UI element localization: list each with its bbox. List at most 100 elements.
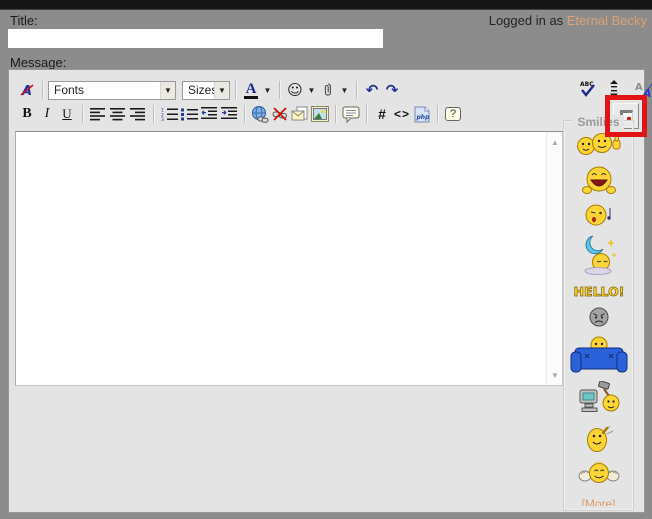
undo-icon: ↶ xyxy=(366,81,379,99)
svg-text:HELLO!: HELLO! xyxy=(573,284,624,299)
toolbar-separator xyxy=(235,81,236,99)
bold-button[interactable]: B xyxy=(17,104,37,124)
redo-button[interactable]: ↷ xyxy=(382,80,402,100)
spellcheck-button[interactable]: ABC xyxy=(577,79,597,99)
username-link[interactable]: Eternal Becky xyxy=(567,13,647,28)
quote-icon xyxy=(342,106,360,123)
align-left-button[interactable] xyxy=(88,104,108,124)
undo-button[interactable]: ↶ xyxy=(362,80,382,100)
align-left-icon xyxy=(90,108,106,121)
switch-mode-button[interactable]: AA xyxy=(631,79,652,99)
attachment-button[interactable] xyxy=(318,80,338,100)
smiley-icon: ☺ xyxy=(287,81,303,99)
image-icon xyxy=(311,106,329,122)
help-icon: ? xyxy=(445,107,461,121)
unordered-list-icon xyxy=(181,107,198,121)
toolbar-separator xyxy=(82,105,83,123)
window-top-bar xyxy=(0,0,652,10)
font-color-button[interactable]: A xyxy=(241,80,261,100)
title-input[interactable] xyxy=(8,29,383,48)
italic-button[interactable]: I xyxy=(37,104,57,124)
scroll-down-icon[interactable]: ▼ xyxy=(547,367,563,383)
quote-button[interactable] xyxy=(341,104,361,124)
toolbar-right-tools: ABC AA xyxy=(577,79,652,99)
remove-format-button[interactable]: A xyxy=(17,80,37,100)
underline-button[interactable]: U xyxy=(57,104,77,124)
resize-editor-button[interactable] xyxy=(604,79,624,99)
message-textarea[interactable]: ▲ ▼ xyxy=(15,131,563,386)
toolbar-separator xyxy=(244,105,245,123)
message-content[interactable] xyxy=(16,132,546,385)
smiley-whistling-smiley[interactable] xyxy=(584,203,614,227)
outdent-button[interactable] xyxy=(199,104,219,124)
outdent-icon xyxy=(201,107,218,121)
align-center-button[interactable] xyxy=(108,104,128,124)
unlink-icon xyxy=(271,106,289,122)
chevron-down-icon: ▼ xyxy=(308,86,316,95)
logged-in-status: Logged in as Eternal Becky xyxy=(489,13,647,28)
smiley-laughing-smiley[interactable] xyxy=(581,165,617,195)
chevron-down-icon: ▼ xyxy=(264,86,272,95)
smilies-list: HELLO! [More] xyxy=(564,131,633,506)
unordered-list-button[interactable] xyxy=(179,104,199,124)
insert-link-button[interactable] xyxy=(250,104,270,124)
toolbar-separator xyxy=(335,105,336,123)
smiley-sleeping-smiley[interactable] xyxy=(578,235,620,275)
chevron-down-icon: ▼ xyxy=(160,82,175,99)
indent-button[interactable] xyxy=(219,104,239,124)
php-button[interactable]: php xyxy=(412,104,432,124)
font-color-icon: A xyxy=(244,82,259,99)
message-editor-panel: A Fonts ▼ Sizes ▼ A ▼ ☺ ▼ ▼ ↶ ↷ xyxy=(8,69,645,513)
title-label: Title: xyxy=(10,13,38,28)
message-label: Message: xyxy=(10,55,66,70)
font-color-dropdown[interactable]: ▼ xyxy=(261,80,274,100)
scroll-up-icon[interactable]: ▲ xyxy=(547,134,563,150)
font-family-select[interactable]: Fonts ▼ xyxy=(48,81,176,100)
align-center-icon xyxy=(110,108,126,121)
globe-link-icon xyxy=(251,106,269,123)
indent-icon xyxy=(221,107,238,121)
toolbar-separator xyxy=(356,81,357,99)
toolbar-separator xyxy=(366,105,367,123)
unlink-button[interactable] xyxy=(270,104,290,124)
textarea-scrollbar[interactable]: ▲ ▼ xyxy=(546,132,562,385)
toolbar-row-2: B I U 123 xyxy=(17,103,463,125)
font-family-value: Fonts xyxy=(49,83,160,97)
spellcheck-icon: ABC xyxy=(578,80,596,99)
smilies-more-link[interactable]: [More] xyxy=(581,497,615,506)
resize-arrows-icon xyxy=(609,80,619,98)
insert-smiley-dropdown[interactable]: ▼ xyxy=(305,80,318,100)
smiley-hello-smiley[interactable]: HELLO! xyxy=(571,283,627,299)
smiley-couch-hiding-smiley[interactable] xyxy=(570,335,628,373)
smiley-hugging-smiley[interactable] xyxy=(578,461,620,487)
align-right-icon xyxy=(130,108,146,121)
ordered-list-icon: 123 xyxy=(161,107,178,121)
html-button[interactable]: <> xyxy=(392,104,412,124)
redo-icon: ↷ xyxy=(386,81,399,99)
insert-image-button[interactable] xyxy=(310,104,330,124)
help-button[interactable]: ? xyxy=(443,104,463,124)
smilies-panel: Smilies HELLO![More] xyxy=(563,120,634,511)
attachment-dropdown[interactable]: ▼ xyxy=(338,80,351,100)
align-right-button[interactable] xyxy=(128,104,148,124)
smilies-legend: Smilies xyxy=(564,113,633,131)
toolbar-row-1: A Fonts ▼ Sizes ▼ A ▼ ☺ ▼ ▼ ↶ ↷ xyxy=(17,79,402,101)
toolbar-separator xyxy=(42,81,43,99)
font-size-value: Sizes xyxy=(183,83,214,97)
insert-smiley-button[interactable]: ☺ xyxy=(285,80,305,100)
insert-email-button[interactable] xyxy=(290,104,310,124)
font-size-select[interactable]: Sizes ▼ xyxy=(182,81,230,100)
logged-in-prefix: Logged in as xyxy=(489,13,567,28)
smiley-waving-smiley[interactable] xyxy=(585,423,613,453)
paperclip-icon xyxy=(323,82,333,98)
smiley-high-five-smiley[interactable] xyxy=(575,131,623,157)
svg-text:php: php xyxy=(416,114,431,121)
smiley-grumpy-smiley[interactable] xyxy=(588,307,610,327)
remove-format-icon: A xyxy=(19,82,35,98)
smiley-computer-smash-smiley[interactable] xyxy=(578,381,620,415)
svg-text:3: 3 xyxy=(161,117,164,121)
ordered-list-button[interactable]: 123 xyxy=(159,104,179,124)
code-button[interactable]: # xyxy=(372,104,392,124)
toolbar-separator xyxy=(279,81,280,99)
chevron-down-icon: ▼ xyxy=(214,82,229,99)
